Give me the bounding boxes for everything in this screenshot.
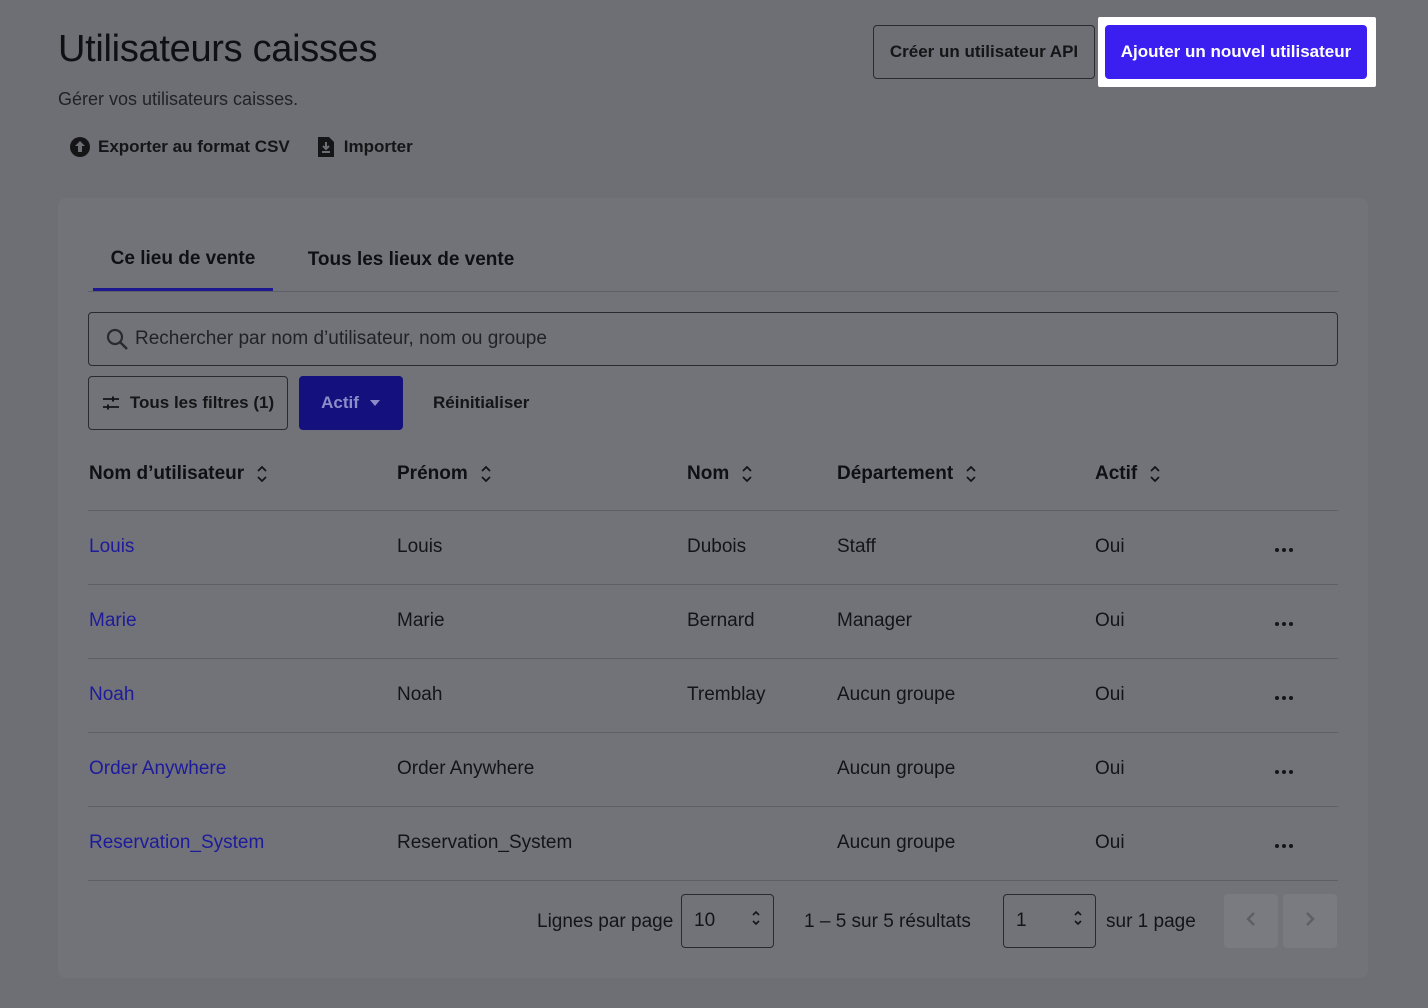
- results-count: 1 – 5 sur 5 résultats: [804, 911, 971, 932]
- active-cell: Oui: [1095, 658, 1275, 733]
- username-link[interactable]: Louis: [88, 510, 397, 585]
- department-cell: Aucun groupe: [837, 658, 1095, 733]
- chevron-right-icon: [1305, 911, 1315, 932]
- column-header-active: Actif: [1095, 438, 1275, 511]
- active-cell: Oui: [1095, 510, 1275, 585]
- table-row: Louis Louis Dubois Staff Oui: [88, 510, 1338, 585]
- sort-icon[interactable]: [1149, 464, 1161, 484]
- table-row: Order Anywhere Order Anywhere Aucun grou…: [88, 732, 1338, 807]
- filter-row: Tous les filtres (1) Actif Réinitialiser: [88, 376, 1338, 430]
- tab-this-location[interactable]: Ce lieu de vente: [93, 230, 273, 291]
- column-header-lastname: Nom: [687, 438, 837, 511]
- username-link[interactable]: Noah: [88, 658, 397, 733]
- page: Utilisateurs caisses Gérer vos utilisate…: [0, 0, 1428, 1008]
- department-cell: Staff: [837, 510, 1095, 585]
- table-header-row: Nom d’utilisateur Prénom Nom Département…: [88, 438, 1338, 511]
- table-row: Noah Noah Tremblay Aucun groupe Oui: [88, 658, 1338, 733]
- department-cell: Manager: [837, 584, 1095, 659]
- active-cell: Oui: [1095, 584, 1275, 659]
- more-actions-icon[interactable]: [1275, 622, 1293, 626]
- lastname-cell: Dubois: [687, 510, 837, 585]
- prev-page-button[interactable]: [1224, 894, 1278, 948]
- sort-icon[interactable]: [480, 464, 492, 484]
- firstname-cell: Marie: [397, 584, 687, 659]
- sort-icon[interactable]: [256, 464, 268, 484]
- users-card: Ce lieu de vente Tous les lieux de vente…: [58, 198, 1368, 978]
- active-cell: Oui: [1095, 806, 1275, 881]
- lastname-cell: Bernard: [687, 584, 837, 659]
- page-title: Utilisateurs caisses: [58, 28, 378, 70]
- rows-per-page-select[interactable]: 10: [681, 894, 774, 948]
- firstname-cell: Noah: [397, 658, 687, 733]
- tab-bar: Ce lieu de vente Tous les lieux de vente: [88, 230, 1338, 292]
- export-csv-button[interactable]: Exporter au format CSV: [68, 135, 290, 159]
- table-row: Reservation_System Reservation_System Au…: [88, 806, 1338, 881]
- page-value: 1: [1016, 910, 1027, 931]
- users-table: Nom d’utilisateur Prénom Nom Département…: [88, 438, 1338, 881]
- tab-all-locations[interactable]: Tous les lieux de vente: [298, 230, 524, 290]
- all-filters-label: Tous les filtres (1): [129, 393, 275, 412]
- stepper-icon: [751, 909, 761, 933]
- active-filter-label: Actif: [321, 393, 359, 412]
- username-link[interactable]: Reservation_System: [88, 806, 397, 881]
- search-input[interactable]: [135, 313, 1337, 365]
- column-header-username: Nom d’utilisateur: [88, 438, 397, 511]
- column-header-department: Département: [837, 438, 1095, 511]
- column-header-firstname: Prénom: [397, 438, 687, 511]
- firstname-cell: Order Anywhere: [397, 732, 687, 807]
- rows-per-page-value: 10: [694, 910, 716, 931]
- username-link[interactable]: Marie: [88, 584, 397, 659]
- more-actions-icon[interactable]: [1275, 844, 1293, 848]
- chevron-left-icon: [1246, 911, 1256, 932]
- table-row: Marie Marie Bernard Manager Oui: [88, 584, 1338, 659]
- import-label: Importer: [343, 137, 413, 156]
- lastname-cell: [687, 806, 837, 881]
- page-select[interactable]: 1: [1003, 894, 1096, 948]
- column-header-actions: [1275, 438, 1338, 511]
- next-page-button[interactable]: [1283, 894, 1337, 948]
- caret-down-icon: [369, 399, 381, 407]
- pagination: Lignes par page 10 1 – 5 sur 5 résultats…: [58, 894, 1338, 950]
- stepper-icon: [1073, 909, 1083, 933]
- active-cell: Oui: [1095, 732, 1275, 807]
- lastname-cell: Tremblay: [687, 658, 837, 733]
- search-icon: [103, 325, 131, 353]
- add-new-user-button[interactable]: Ajouter un nouvel utilisateur: [1105, 25, 1367, 79]
- page-total: sur 1 page: [1106, 911, 1196, 932]
- upload-icon: [68, 135, 92, 159]
- export-csv-label: Exporter au format CSV: [98, 137, 290, 156]
- reset-filters-button[interactable]: Réinitialiser: [433, 376, 529, 430]
- firstname-cell: Louis: [397, 510, 687, 585]
- file-import-icon: [314, 135, 338, 159]
- page-subtitle: Gérer vos utilisateurs caisses.: [58, 89, 299, 109]
- lastname-cell: [687, 732, 837, 807]
- department-cell: Aucun groupe: [837, 732, 1095, 807]
- rows-per-page-label: Lignes par page: [537, 911, 674, 932]
- import-button[interactable]: Importer: [314, 135, 413, 159]
- more-actions-icon[interactable]: [1275, 548, 1293, 552]
- sort-icon[interactable]: [965, 464, 977, 484]
- username-link[interactable]: Order Anywhere: [88, 732, 397, 807]
- all-filters-button[interactable]: Tous les filtres (1): [88, 376, 288, 430]
- active-filter-chip[interactable]: Actif: [299, 376, 403, 430]
- create-api-user-button[interactable]: Créer un utilisateur API: [873, 25, 1095, 79]
- search-box: [88, 312, 1338, 366]
- firstname-cell: Reservation_System: [397, 806, 687, 881]
- sliders-icon: [102, 396, 120, 410]
- highlight-frame: Ajouter un nouvel utilisateur: [1098, 17, 1376, 87]
- sort-icon[interactable]: [741, 464, 753, 484]
- more-actions-icon[interactable]: [1275, 770, 1293, 774]
- more-actions-icon[interactable]: [1275, 696, 1293, 700]
- page-actions: Exporter au format CSV Importer: [58, 134, 437, 160]
- department-cell: Aucun groupe: [837, 806, 1095, 881]
